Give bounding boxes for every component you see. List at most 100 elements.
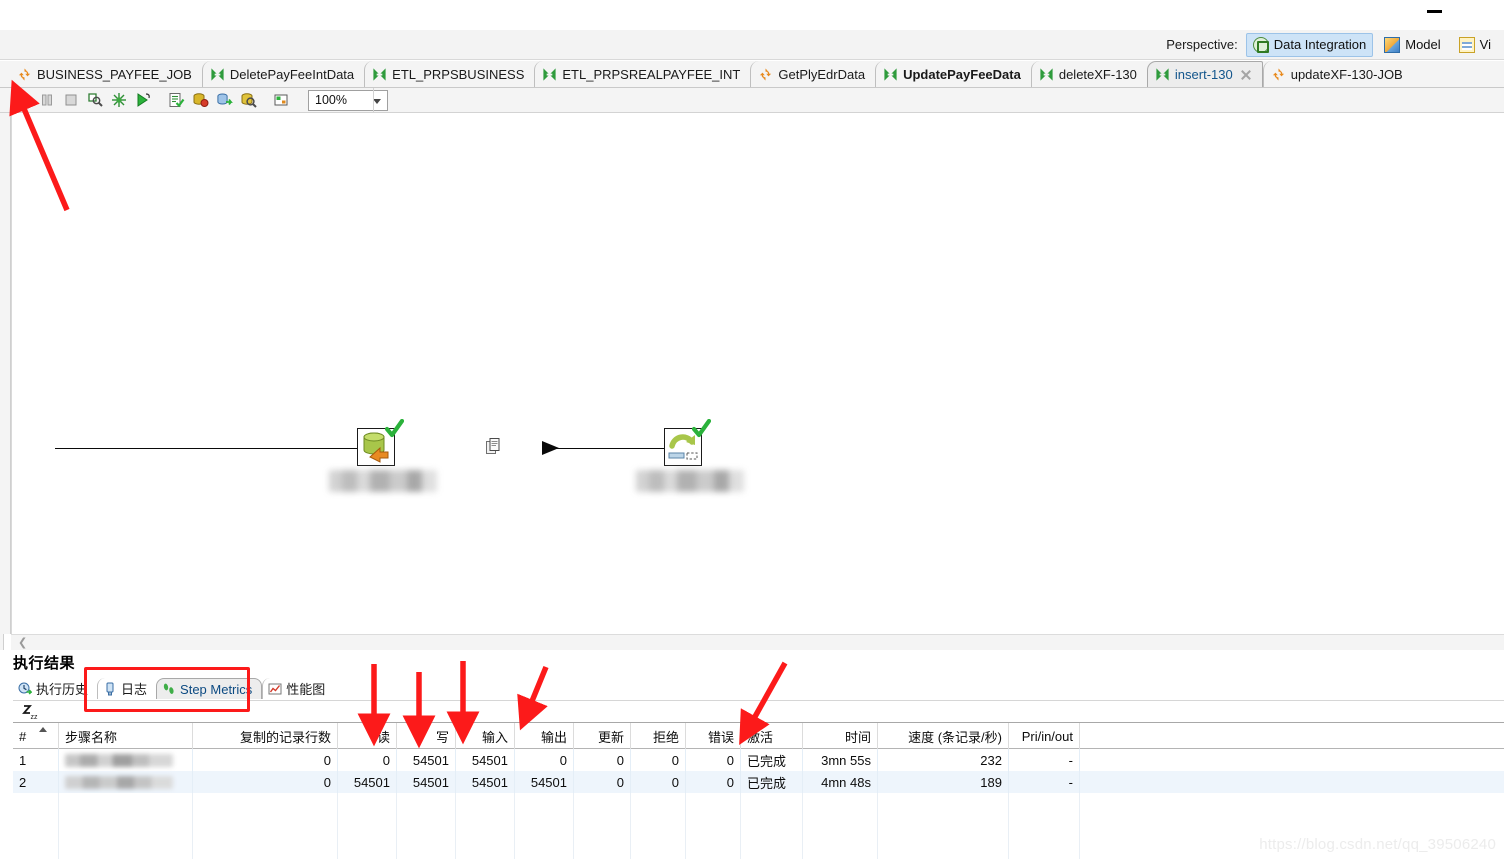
table-row[interactable]: 2 0 54501 54501 54501 54501 0 0 0 已完成 4m… xyxy=(13,771,1504,793)
window-minimize-button[interactable] xyxy=(1424,6,1446,24)
perspective-data-integration[interactable]: Data Integration xyxy=(1245,32,1374,57)
sql-button[interactable] xyxy=(213,90,235,111)
canvas-horizontal-scrollbar[interactable]: ❮ xyxy=(11,634,1504,650)
tab-label: 性能图 xyxy=(286,682,326,697)
column-header-rejected[interactable]: 拒绝 xyxy=(631,723,686,749)
cell-empty xyxy=(1009,793,1080,815)
blurred-step-name xyxy=(65,775,173,789)
tab-label: deleteXF-130 xyxy=(1058,66,1137,82)
column-header-read[interactable]: 读 xyxy=(338,723,397,749)
column-header-copied[interactable]: 复制的记录行数 xyxy=(193,723,338,749)
perspective-model[interactable]: Model xyxy=(1377,33,1447,57)
verify-button[interactable] xyxy=(165,90,187,111)
tab-etl-prpsbusiness[interactable]: ETL_PRPSBUSINESS xyxy=(364,61,534,87)
tab-label: DeletePayFeeIntData xyxy=(229,66,355,82)
sleep-zzz-icon[interactable]: zz xyxy=(21,703,41,721)
cell-input: 54501 xyxy=(456,749,515,771)
stop-button[interactable] xyxy=(60,90,82,111)
pause-button[interactable] xyxy=(36,90,58,111)
hop-connection[interactable] xyxy=(55,448,367,449)
close-icon[interactable] xyxy=(1240,69,1252,81)
show-grid-button[interactable] xyxy=(270,90,292,111)
column-header-speed[interactable]: 速度 (条记录/秒) xyxy=(878,723,1009,749)
cell-empty xyxy=(686,793,741,815)
highlight-step-metrics-tab xyxy=(84,667,250,712)
preview-button[interactable] xyxy=(84,90,106,111)
cell-empty xyxy=(741,793,803,815)
cell-pri-in-out: - xyxy=(1009,771,1080,793)
scroll-left-icon[interactable]: ❮ xyxy=(18,638,27,649)
cell-empty xyxy=(803,837,878,859)
cell-empty xyxy=(397,793,456,815)
cell-speed: 232 xyxy=(878,749,1009,771)
column-header-step-name[interactable]: 步骤名称 xyxy=(59,723,193,749)
zoom-value: 100% xyxy=(315,93,347,107)
tab-getplyedrdata[interactable]: GetPlyEdrData xyxy=(750,61,875,87)
tab-label: UpdatePayFeeData xyxy=(903,66,1021,82)
cell-step-name xyxy=(59,749,193,771)
column-header-input[interactable]: 输入 xyxy=(456,723,515,749)
job-icon xyxy=(758,67,773,82)
cell-empty xyxy=(631,815,686,837)
table-header-row: # 步骤名称 复制的记录行数 读 写 输入 输出 更新 拒绝 错误 激活 时间 … xyxy=(13,723,1504,749)
cell-index: 2 xyxy=(13,771,59,793)
tab-insert-130[interactable]: insert-130 xyxy=(1146,61,1263,87)
perspective-visualization[interactable]: Vi xyxy=(1452,33,1498,57)
run-button[interactable] xyxy=(12,90,34,111)
cell-input: 54501 xyxy=(456,771,515,793)
column-header-written[interactable]: 写 xyxy=(397,723,456,749)
blurred-step-name xyxy=(65,753,173,767)
column-header-time[interactable]: 时间 xyxy=(803,723,878,749)
cell-empty xyxy=(59,837,193,859)
cell-empty xyxy=(338,837,397,859)
tab-deletepayfeeintdata[interactable]: DeletePayFeeIntData xyxy=(201,61,364,87)
transformation-icon xyxy=(372,67,387,82)
tab-updatepayfeedata[interactable]: UpdatePayFeeData xyxy=(875,61,1031,87)
column-header-errors[interactable]: 错误 xyxy=(686,723,741,749)
table-row-empty[interactable] xyxy=(13,793,1504,815)
cell-speed: 189 xyxy=(878,771,1009,793)
insert-update-step[interactable] xyxy=(636,418,744,492)
cell-active: 已完成 xyxy=(741,771,803,793)
tab-business-payfee-job[interactable]: BUSINESS_PAYFEE_JOB xyxy=(10,61,202,87)
column-header-updated[interactable]: 更新 xyxy=(574,723,631,749)
table-row[interactable]: 1 0 0 54501 54501 0 0 0 0 已完成 3mn 55s 23… xyxy=(13,749,1504,771)
cell-empty xyxy=(574,815,631,837)
cell-empty xyxy=(741,815,803,837)
column-header-index[interactable]: # xyxy=(13,723,59,749)
cell-pri-in-out: - xyxy=(1009,749,1080,771)
table-row-empty[interactable] xyxy=(13,815,1504,837)
debug-button[interactable] xyxy=(108,90,130,111)
transformation-canvas[interactable] xyxy=(11,113,1504,634)
impact-analysis-button[interactable] xyxy=(189,90,211,111)
kettle-spoon-window: Perspective: Data Integration Model Vi B… xyxy=(0,0,1504,865)
cell-empty xyxy=(515,837,574,859)
perspective-data-integration-label: Data Integration xyxy=(1273,37,1367,52)
history-clock-icon xyxy=(18,682,33,696)
performance-chart-icon xyxy=(268,682,282,696)
transformation-icon xyxy=(210,67,225,82)
cell-empty xyxy=(1009,815,1080,837)
table-input-step-label xyxy=(329,470,437,492)
table-input-step[interactable] xyxy=(329,418,437,492)
inspect-button[interactable] xyxy=(237,90,259,111)
cell-empty xyxy=(574,793,631,815)
column-header-pri-in-out[interactable]: Pri/in/out xyxy=(1009,723,1080,749)
visualization-icon xyxy=(1458,36,1475,53)
cell-time: 3mn 55s xyxy=(803,749,878,771)
replay-button[interactable] xyxy=(132,90,154,111)
cell-empty xyxy=(878,815,1009,837)
tab-etl-prpsrealpayfee-int[interactable]: ETL_PRPSREALPAYFEE_INT xyxy=(534,61,750,87)
hop-connection-2[interactable] xyxy=(542,448,664,449)
tab-updatexf-130-job[interactable]: updateXF-130-JOB xyxy=(1262,61,1413,87)
tab-label: ETL_PRPSBUSINESS xyxy=(392,66,525,82)
job-icon xyxy=(1271,67,1286,82)
column-header-output[interactable]: 输出 xyxy=(515,723,574,749)
tab-performance-graph[interactable]: 性能图 xyxy=(262,678,334,699)
cell-copied: 0 xyxy=(193,749,338,771)
tab-deletexf-130[interactable]: deleteXF-130 xyxy=(1030,61,1147,87)
execution-results-title: 执行结果 xyxy=(13,655,76,672)
cell-empty xyxy=(741,837,803,859)
column-header-active[interactable]: 激活 xyxy=(741,723,803,749)
zoom-select[interactable]: 100% xyxy=(308,89,388,111)
